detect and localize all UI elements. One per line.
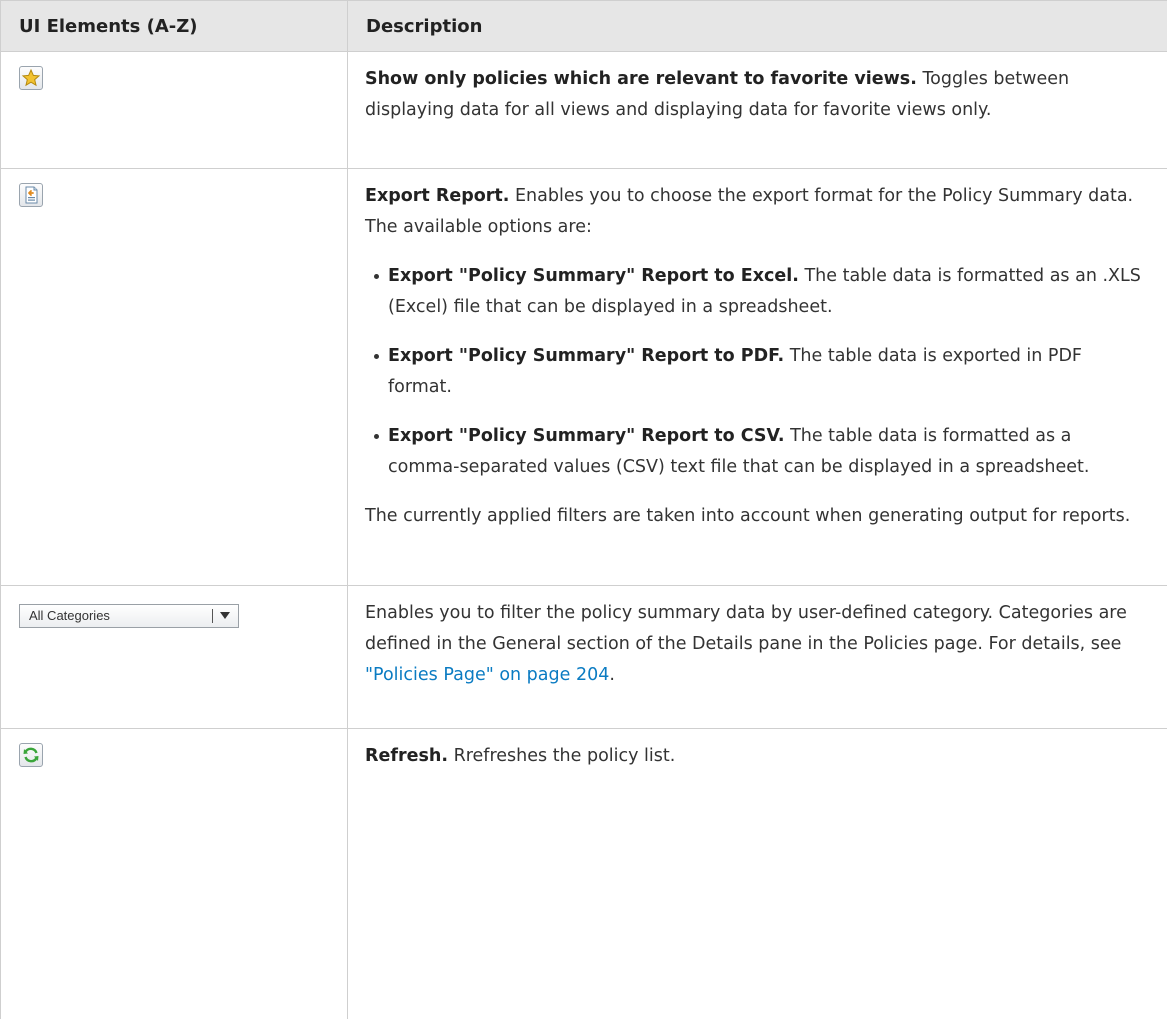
categories-text-end: . — [609, 665, 615, 685]
description-cell: Show only policies which are relevant to… — [348, 52, 1167, 169]
description-cell: Refresh. Rrefreshes the policy list. — [348, 729, 1167, 1019]
table-row-export-report: Export Report. Enables you to choose the… — [1, 169, 1167, 586]
list-item: Export "Policy Summary" Report to PDF. T… — [388, 341, 1143, 403]
ui-element-cell — [1, 169, 348, 586]
policies-page-link[interactable]: "Policies Page" on page 204 — [365, 665, 609, 685]
export-title: Export Report. — [365, 186, 509, 206]
table-row-refresh: Refresh. Rrefreshes the policy list. — [1, 729, 1167, 1019]
ui-element-cell: All Categories — [1, 586, 348, 729]
dropdown-separator — [212, 609, 213, 623]
ui-element-cell — [1, 729, 348, 1019]
table-row-categories: All Categories Enables you to filter the… — [1, 586, 1167, 729]
ui-elements-table: UI Elements (A-Z) Description Show only … — [0, 0, 1167, 1019]
table-header-row: UI Elements (A-Z) Description — [1, 1, 1167, 52]
category-dropdown-value: All Categories — [20, 600, 212, 631]
column-header-ui-elements: UI Elements (A-Z) — [1, 1, 348, 52]
chevron-down-icon — [220, 612, 230, 619]
refresh-icon[interactable] — [19, 743, 43, 767]
export-pdf-title: Export "Policy Summary" Report to PDF. — [388, 346, 784, 366]
description-cell: Enables you to filter the policy summary… — [348, 586, 1167, 729]
export-note: The currently applied filters are taken … — [365, 501, 1143, 532]
column-header-description: Description — [348, 1, 1167, 52]
export-csv-title: Export "Policy Summary" Report to CSV. — [388, 426, 784, 446]
favorites-title: Show only policies which are relevant to… — [365, 69, 917, 89]
export-report-icon[interactable] — [19, 183, 43, 207]
export-options-list: Export "Policy Summary" Report to Excel.… — [365, 261, 1143, 483]
category-dropdown[interactable]: All Categories — [19, 604, 239, 628]
ui-element-cell — [1, 52, 348, 169]
description-cell: Export Report. Enables you to choose the… — [348, 169, 1167, 586]
list-item: Export "Policy Summary" Report to CSV. T… — [388, 421, 1143, 483]
list-item: Export "Policy Summary" Report to Excel.… — [388, 261, 1143, 323]
export-excel-title: Export "Policy Summary" Report to Excel. — [388, 266, 799, 286]
table-row-favorites: Show only policies which are relevant to… — [1, 52, 1167, 169]
refresh-title: Refresh. — [365, 746, 448, 766]
refresh-text: Rrefreshes the policy list. — [454, 746, 676, 766]
categories-text: Enables you to filter the policy summary… — [365, 603, 1127, 654]
favorite-star-icon[interactable] — [19, 66, 43, 90]
